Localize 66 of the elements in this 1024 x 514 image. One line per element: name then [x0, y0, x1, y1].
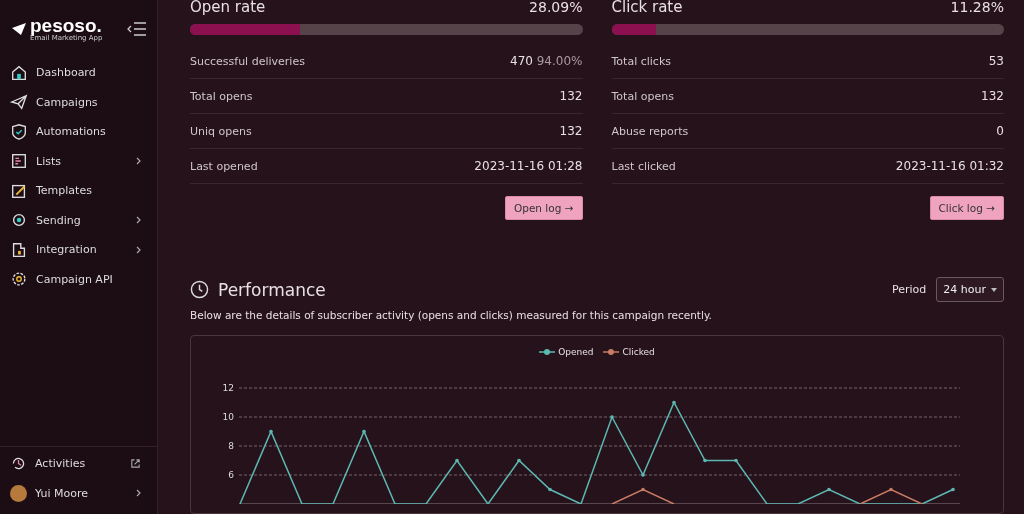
stat-label: Total clicks	[611, 54, 671, 68]
data-point	[889, 487, 893, 492]
paper-plane-icon	[10, 93, 28, 112]
axis-tick-label: 6	[228, 470, 234, 480]
avatar-circle	[10, 484, 27, 502]
axis-tick-label: 12	[222, 383, 234, 393]
nav-item[interactable]: Lists	[0, 146, 157, 176]
nav-item[interactable]: Sending	[0, 205, 157, 235]
data-point	[455, 458, 459, 463]
stat-label: Total opens	[611, 89, 674, 103]
data-point	[703, 458, 707, 463]
data-point	[951, 487, 955, 492]
stat-value: 132	[559, 124, 583, 138]
caret-icon	[991, 287, 997, 292]
section-title: Performance	[218, 279, 326, 300]
user-menu[interactable]: Yui Moore	[0, 478, 157, 508]
stat-title: Open rate	[190, 0, 266, 16]
data-point	[734, 458, 738, 463]
nav-item[interactable]: Automations	[0, 117, 157, 147]
period-label: Period	[892, 283, 927, 296]
stat-label: Successful deliveries	[190, 54, 305, 68]
stat-title: Click rate	[611, 0, 683, 16]
section-description: Below are the details of subscriber activity (opens and clicks) measured for this campaign recently.	[190, 309, 713, 321]
stat-value: 53	[988, 54, 1004, 68]
menu-icon[interactable]	[127, 22, 147, 36]
nav-item[interactable]: Integration	[0, 235, 157, 265]
shield-check-icon	[10, 122, 28, 141]
stat-value: 0	[996, 124, 1004, 138]
legend-item[interactable]: Opened	[539, 347, 594, 357]
log-button[interactable]: Open log →	[504, 196, 583, 220]
stat-value: 132	[981, 89, 1004, 103]
logo-text: pesoso.	[30, 16, 103, 35]
data-point	[362, 429, 366, 434]
data-point	[269, 429, 273, 434]
rate-value: 28.09%	[529, 0, 583, 15]
stat-label: Uniq opens	[190, 124, 252, 138]
stat-label: Last clicked	[611, 159, 676, 173]
clock-icon	[190, 280, 209, 299]
stat-label: Last opened	[190, 159, 258, 173]
data-point	[827, 487, 831, 492]
data-point	[641, 487, 645, 492]
stat-value: 2023-11-16 01:28	[474, 159, 583, 173]
stat-label: Abuse reports	[611, 124, 689, 138]
home-icon	[10, 63, 28, 82]
legend-item[interactable]: Clicked	[603, 347, 655, 357]
data-point	[610, 415, 614, 419]
data-point	[641, 473, 645, 477]
data-point	[548, 487, 552, 492]
stat-label: Total opens	[190, 89, 253, 103]
axis-tick-label: 10	[222, 412, 234, 422]
data-point	[672, 400, 676, 405]
paper-plane-logo-icon	[12, 23, 26, 35]
stat-value: 2023-11-16 01:32	[895, 159, 1004, 173]
list-icon	[10, 152, 28, 171]
nav-item[interactable]: Templates	[0, 176, 157, 206]
nav-item[interactable]: Dashboard	[0, 58, 157, 88]
log-button[interactable]: Click log →	[929, 196, 1004, 220]
nav-item[interactable]: Campaigns	[0, 87, 157, 117]
nav-item[interactable]: Campaign API	[0, 264, 157, 294]
data-point	[517, 458, 521, 463]
nav-item[interactable]: Activities	[0, 449, 157, 479]
rate-value: 11.28%	[950, 0, 1004, 15]
period-dropdown[interactable]: 24 hour	[936, 277, 1004, 302]
stat-value: 470 94.00%	[510, 54, 583, 68]
axis-tick-label: 8	[228, 441, 234, 451]
stat-value: 132	[559, 89, 583, 103]
